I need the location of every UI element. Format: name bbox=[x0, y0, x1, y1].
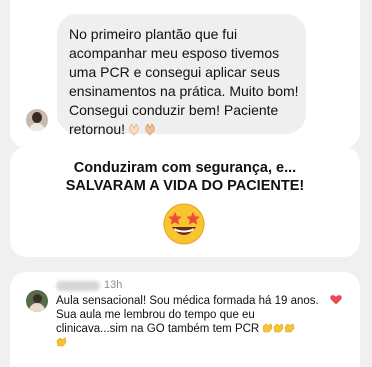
comment-text: Aula sensacional! Sou médica formada há … bbox=[56, 294, 328, 350]
clapping-hands-icon bbox=[273, 323, 284, 333]
clapping-hands-icon bbox=[262, 323, 273, 333]
headline-line-2: SALVARAM A VIDA DO PACIENTE! bbox=[65, 178, 305, 194]
message-text: No primeiro plantão que fui acompanhar m… bbox=[69, 26, 299, 137]
praying-hands-light-icon bbox=[127, 122, 141, 136]
praying-hands-icon bbox=[143, 122, 157, 136]
headline-line-1: Conduziram com segurança, e... bbox=[73, 160, 297, 176]
headline-card: Conduziram com segurança, e... SALVARAM … bbox=[10, 147, 360, 257]
message-bubble[interactable]: No primeiro plantão que fui acompanhar m… bbox=[57, 14, 306, 137]
comment-time: 13h bbox=[104, 279, 123, 291]
star-struck-emoji-icon bbox=[163, 203, 205, 245]
clapping-hands-icon bbox=[284, 323, 295, 333]
commenter-username-blurred[interactable] bbox=[56, 281, 100, 291]
commenter-avatar[interactable] bbox=[26, 290, 48, 312]
clapping-hands-icon bbox=[56, 337, 67, 347]
heart-icon[interactable] bbox=[330, 294, 342, 305]
sender-avatar[interactable] bbox=[26, 109, 48, 131]
